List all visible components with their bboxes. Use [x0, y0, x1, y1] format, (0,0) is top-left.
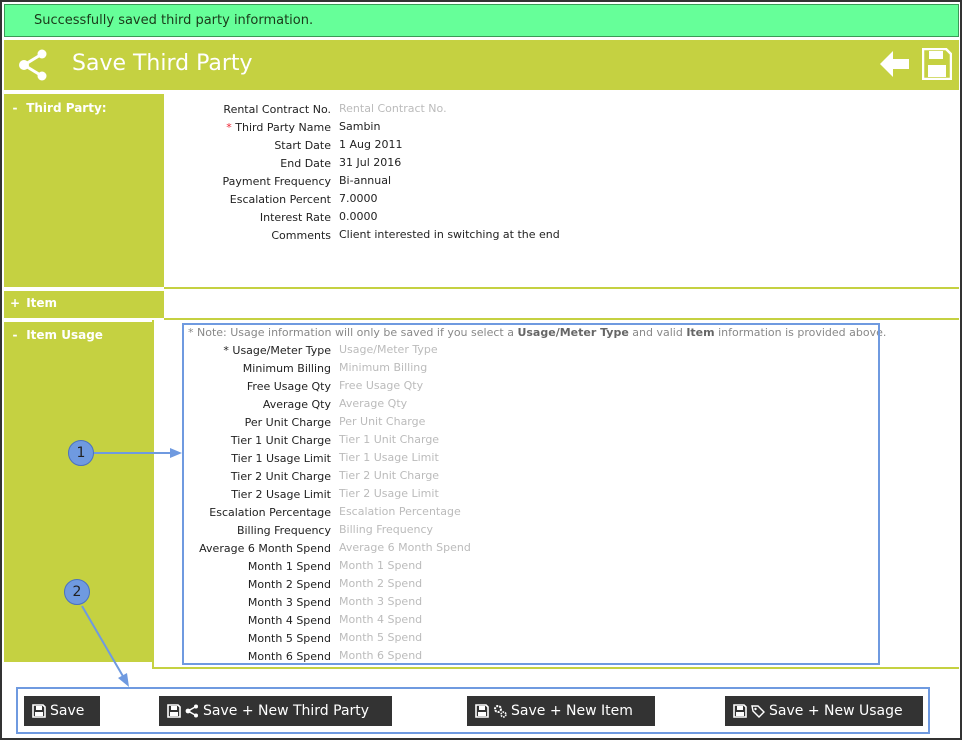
share-icon	[19, 49, 47, 81]
save-new-usage-button[interactable]: Save + New Usage	[725, 696, 923, 726]
field-label: Interest Rate	[164, 209, 331, 227]
item-section-header[interactable]: + Item	[4, 291, 164, 318]
field-value[interactable]: 1 Aug 2011	[339, 138, 402, 151]
callout-marker-2: 2	[64, 579, 90, 605]
section-border-left	[152, 320, 154, 669]
section-divider	[164, 318, 959, 320]
section-title: Item	[26, 296, 58, 310]
field-label-text: Rental Contract No.	[223, 103, 331, 116]
page-header: Save Third Party	[4, 40, 959, 90]
page-title: Save Third Party	[72, 51, 253, 76]
save-new-usage-label: Save + New Usage	[769, 703, 903, 719]
usage-tag-icon	[751, 705, 765, 718]
back-arrow-icon[interactable]	[880, 50, 910, 78]
field-label: Start Date	[164, 137, 331, 155]
gears-icon	[494, 705, 507, 718]
expand-toggle[interactable]: +	[8, 296, 22, 310]
success-notification: Successfully saved third party informati…	[4, 4, 959, 37]
save-new-item-label: Save + New Item	[511, 703, 633, 719]
field-label: End Date	[164, 155, 331, 173]
field-label: Comments	[164, 227, 331, 245]
callout-marker-1: 1	[68, 440, 94, 466]
floppy-disk-icon	[167, 704, 181, 718]
callout-arrow-2	[81, 605, 129, 687]
field-value[interactable]: Bi-annual	[339, 174, 391, 187]
field-value[interactable]: 31 Jul 2016	[339, 156, 401, 169]
field-value[interactable]: 0.0000	[339, 210, 378, 223]
save-new-third-party-button[interactable]: Save + New Third Party	[159, 696, 392, 726]
field-label-text: Interest Rate	[259, 211, 331, 224]
field-value[interactable]: Rental Contract No.	[339, 102, 447, 115]
required-asterisk: *	[226, 121, 236, 134]
floppy-disk-icon	[475, 704, 489, 718]
floppy-disk-icon	[32, 704, 46, 718]
field-label: Escalation Percent	[164, 191, 331, 209]
third-party-section-header[interactable]: - Third Party:	[4, 94, 164, 287]
field-label-text: End Date	[280, 157, 331, 170]
save-floppy-icon[interactable]	[922, 48, 952, 80]
field-label: Payment Frequency	[164, 173, 331, 191]
field-label: * Third Party Name	[164, 119, 331, 137]
save-new-third-party-label: Save + New Third Party	[203, 703, 370, 719]
field-value[interactable]: 7.0000	[339, 192, 378, 205]
section-title: Third Party:	[26, 101, 107, 115]
field-label-text: Comments	[271, 229, 331, 242]
share-icon	[185, 704, 198, 718]
collapse-toggle[interactable]: -	[8, 328, 22, 342]
callout-arrow-1	[94, 448, 182, 458]
field-label-text: Third Party Name	[235, 121, 331, 134]
field-label-text: Start Date	[274, 139, 331, 152]
field-label-text: Payment Frequency	[222, 175, 331, 188]
section-divider	[164, 287, 959, 289]
save-button[interactable]: Save	[24, 696, 100, 726]
save-new-item-button[interactable]: Save + New Item	[467, 696, 655, 726]
collapse-toggle[interactable]: -	[8, 101, 22, 115]
field-value[interactable]: Client interested in switching at the en…	[339, 228, 560, 241]
field-label-text: Escalation Percent	[229, 193, 331, 206]
section-border-bottom	[152, 667, 959, 669]
floppy-disk-icon	[733, 704, 747, 718]
field-value[interactable]: Sambin	[339, 120, 380, 133]
field-label: Rental Contract No.	[164, 101, 331, 119]
save-button-label: Save	[50, 703, 85, 719]
highlight-box-usage	[182, 323, 880, 665]
section-title: Item Usage	[26, 328, 103, 342]
